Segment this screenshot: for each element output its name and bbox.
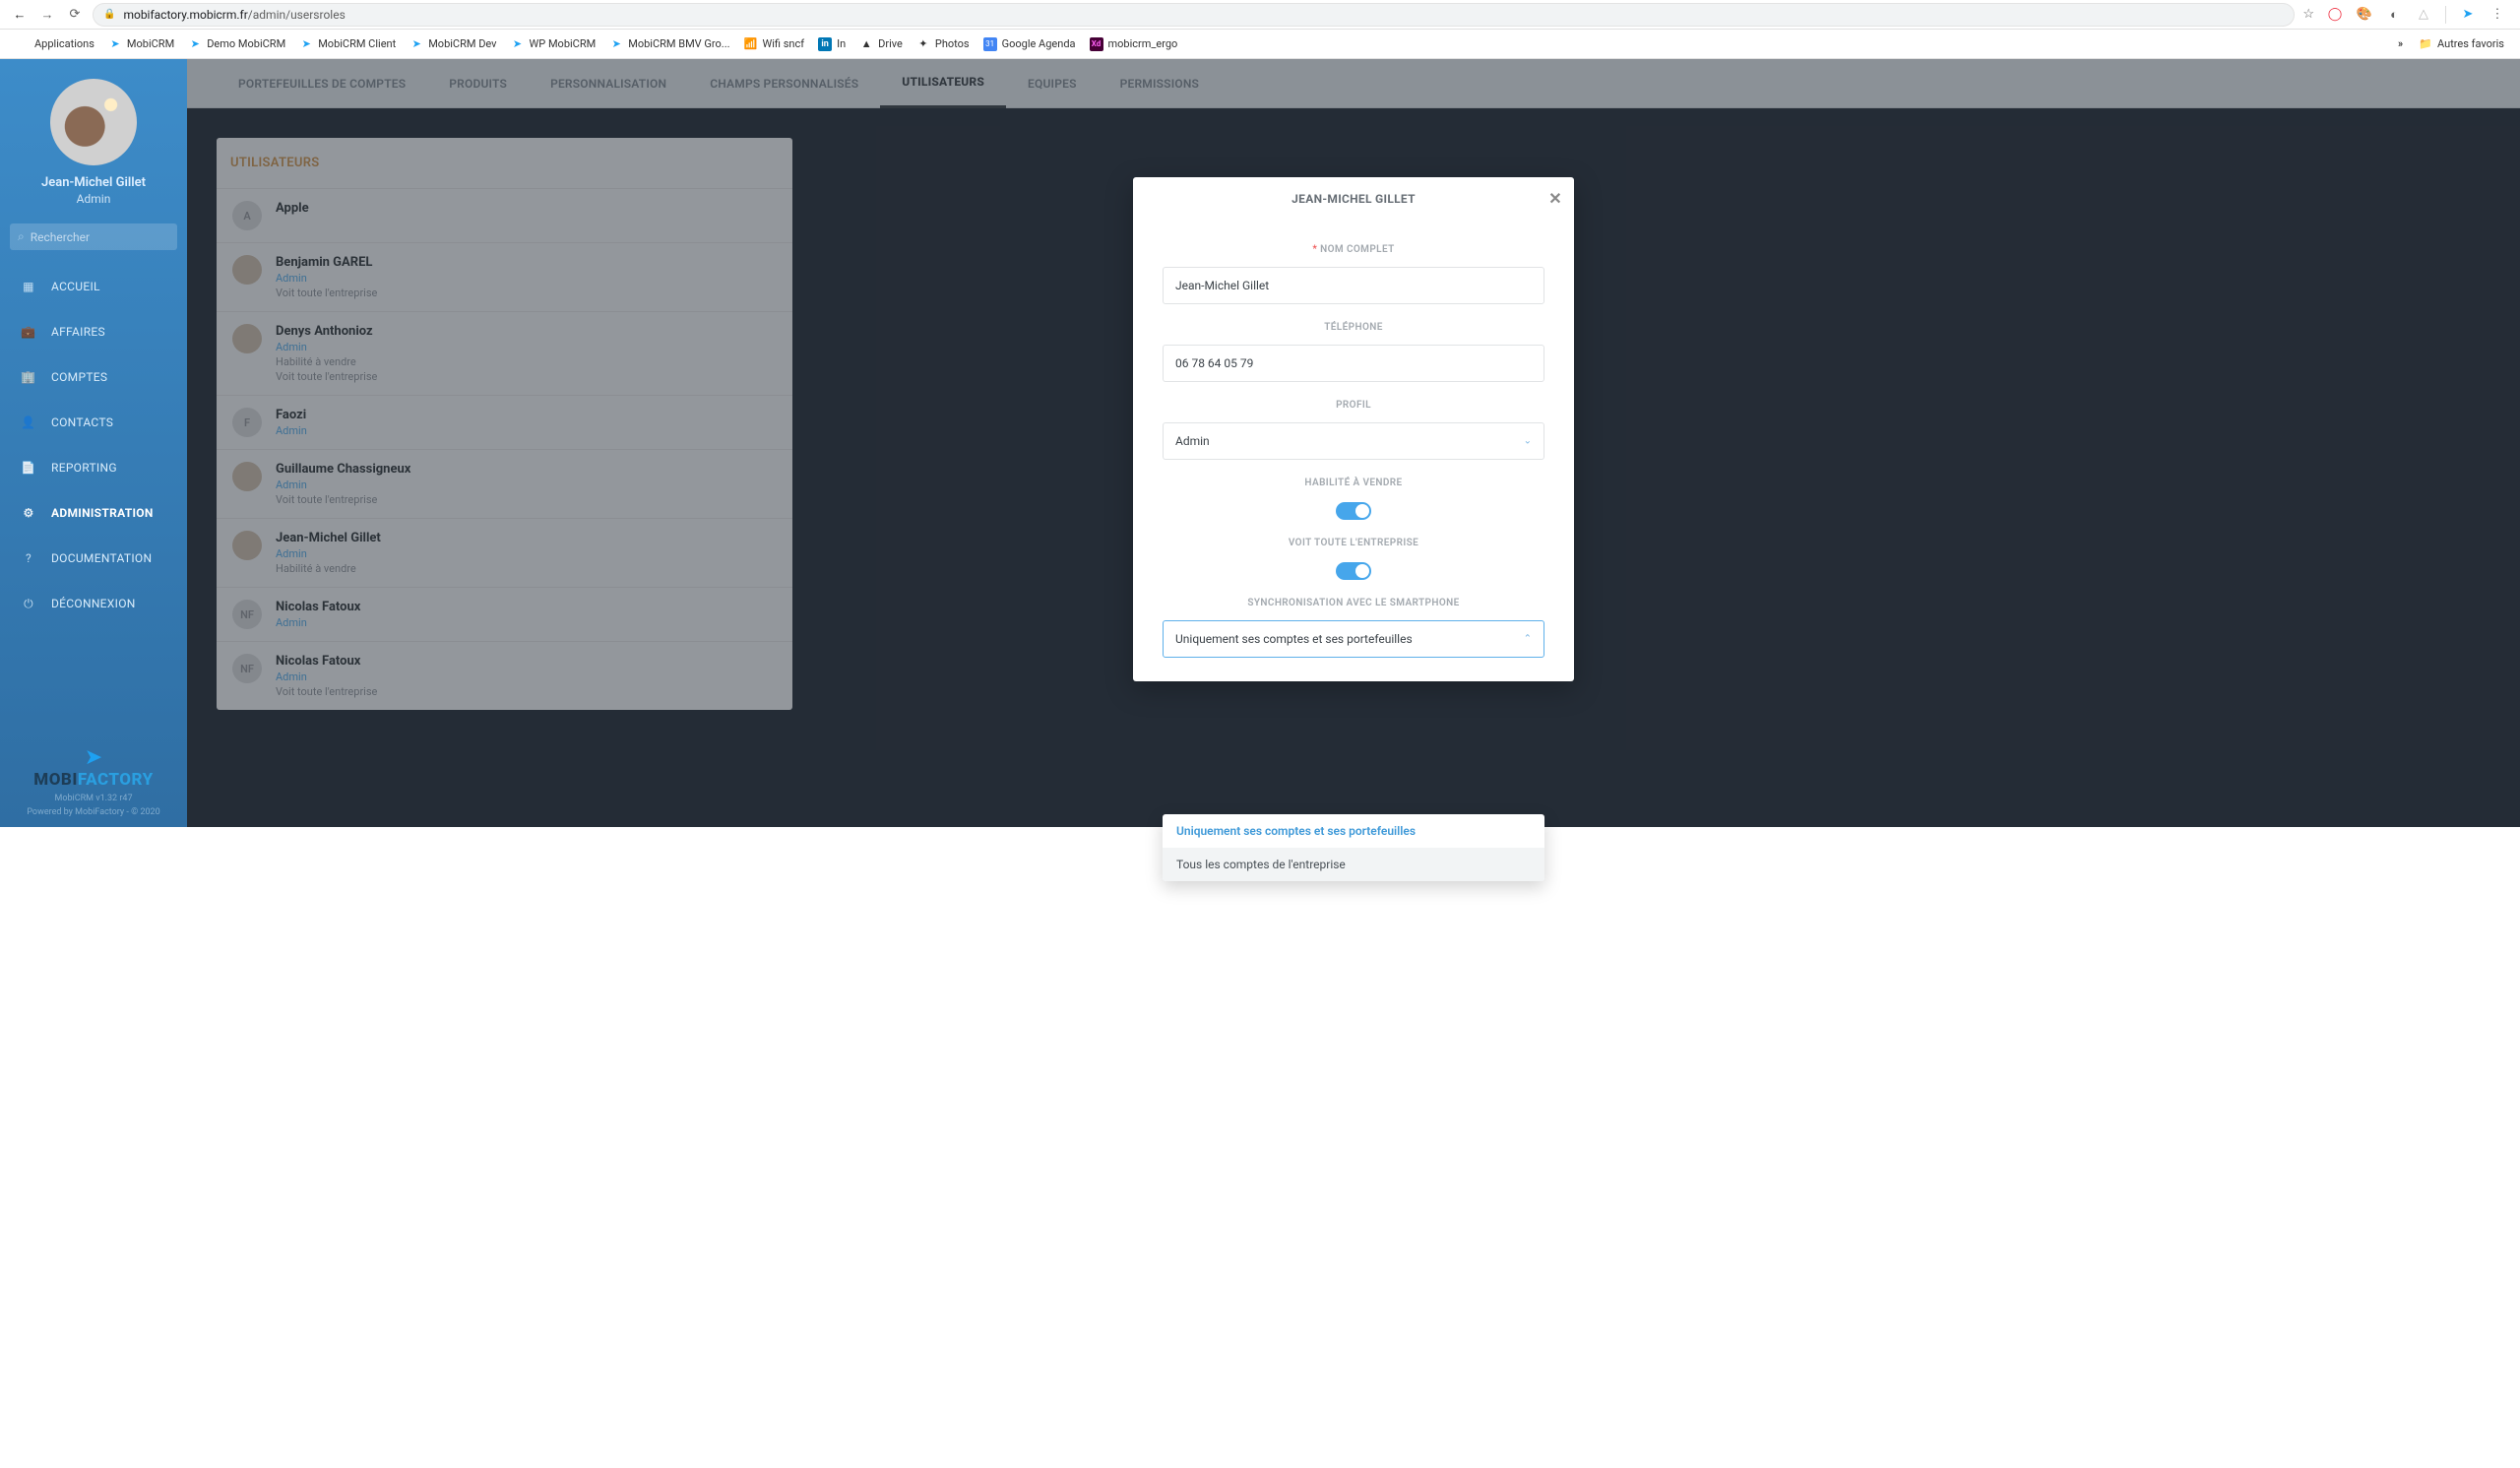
user-icon: 👤 <box>20 414 37 431</box>
bird-icon: ➤ <box>410 37 423 51</box>
nav-accueil[interactable]: ▦ACCUEIL <box>0 264 187 309</box>
nav-contacts[interactable]: 👤CONTACTS <box>0 400 187 445</box>
sidebar: Jean-Michel Gillet Admin ⌕ ▦ACCUEIL 💼AFF… <box>0 59 187 827</box>
toggle-sell[interactable] <box>1336 502 1371 520</box>
bookmark[interactable]: ▲Drive <box>853 33 909 55</box>
apps-icon <box>16 37 30 51</box>
brand-bird-icon: ➤ <box>0 745 187 770</box>
brand-block: ➤ MOBIFACTORY MobiCRM v1.32 r47 Powered … <box>0 732 187 827</box>
ext-icon[interactable]: ◯ <box>2327 7 2343 23</box>
chevron-up-icon: ⌃ <box>1524 634 1532 645</box>
field-label-sell: HABILITÉ À VENDRE <box>1163 478 1544 488</box>
bookmark[interactable]: ➤MobiCRM Dev <box>404 33 502 55</box>
nav-reporting[interactable]: 📄REPORTING <box>0 445 187 490</box>
profile-block: Jean-Michel Gillet Admin <box>0 59 187 220</box>
close-icon[interactable]: ✕ <box>1548 189 1562 208</box>
avatar[interactable] <box>50 79 137 165</box>
name-field[interactable] <box>1163 267 1544 304</box>
home-icon: ▦ <box>20 278 37 295</box>
field-label-profile: PROFIL <box>1163 400 1544 411</box>
nav-list: ▦ACCUEIL 💼AFFAIRES 🏢COMPTES 👤CONTACTS 📄R… <box>0 264 187 626</box>
report-icon: 📄 <box>20 459 37 477</box>
bird-icon: ➤ <box>299 37 313 51</box>
bookmark[interactable]: ➤MobiCRM BMV Gro... <box>603 33 735 55</box>
field-label-phone: TÉLÉPHONE <box>1163 322 1544 333</box>
url-text: mobifactory.mobicrm.fr/admin/usersroles <box>123 8 345 22</box>
lock-icon: 🔒 <box>103 9 115 20</box>
brand-version: MobiCRM v1.32 r47 <box>0 794 187 803</box>
back-button[interactable]: ← <box>10 5 30 25</box>
dropdown-option[interactable]: Tous les comptes de l'entreprise <box>1163 848 1544 881</box>
field-label-sync: SYNCHRONISATION AVEC LE SMARTPHONE <box>1163 598 1544 608</box>
bookmark[interactable]: ➤MobiCRM Client <box>293 33 402 55</box>
bookmark[interactable]: 31Google Agenda <box>977 33 1082 55</box>
profile-select[interactable]: Admin⌄ <box>1163 422 1544 460</box>
power-icon: ⏻ <box>20 595 37 612</box>
ext-icon[interactable]: ➤ <box>2460 7 2476 23</box>
forward-button[interactable]: → <box>37 5 57 25</box>
bird-icon: ➤ <box>609 37 623 51</box>
bookmark[interactable]: 📶Wifi sncf <box>738 33 811 55</box>
bird-icon: ➤ <box>188 37 202 51</box>
field-label-see: VOIT TOUTE L'ENTREPRISE <box>1163 538 1544 548</box>
folder-icon: 📁 <box>2419 37 2432 51</box>
bird-icon: ➤ <box>108 37 122 51</box>
briefcase-icon: 💼 <box>20 323 37 341</box>
profile-role: Admin <box>77 192 111 206</box>
bookmark[interactable]: ➤MobiCRM <box>102 33 180 55</box>
user-modal: JEAN-MICHEL GILLET ✕ * NOM COMPLET TÉLÉP… <box>1133 177 1574 681</box>
field-label-name: * NOM COMPLET <box>1163 244 1544 255</box>
photos-icon: ✦ <box>916 37 930 51</box>
nav-documentation[interactable]: ?DOCUMENTATION <box>0 536 187 581</box>
bookmark[interactable]: inIn <box>812 33 851 55</box>
gear-icon: ⚙ <box>20 504 37 522</box>
kebab-menu-icon[interactable]: ⋮ <box>2489 7 2505 23</box>
search-icon: ⌕ <box>18 229 25 244</box>
ext-icon[interactable]: △ <box>2416 7 2431 23</box>
bookmark-apps[interactable]: Applications <box>10 33 100 55</box>
nav-comptes[interactable]: 🏢COMPTES <box>0 354 187 400</box>
modal-title: JEAN-MICHEL GILLET ✕ <box>1133 177 1574 221</box>
extension-icons: ◯ 🎨 ◐ △ ➤ ⋮ <box>2322 6 2510 24</box>
app-root: Jean-Michel Gillet Admin ⌕ ▦ACCUEIL 💼AFF… <box>0 59 2520 827</box>
url-bar[interactable]: 🔒 mobifactory.mobicrm.fr/admin/usersrole… <box>93 3 2295 27</box>
chevron-down-icon: ⌄ <box>1524 436 1532 447</box>
sync-dropdown-list: Uniquement ses comptes et ses portefeuil… <box>1163 814 1544 881</box>
bookmark[interactable]: ✦Photos <box>911 33 976 55</box>
profile-name: Jean-Michel Gillet <box>41 175 146 190</box>
bookmark[interactable]: ➤WP MobiCRM <box>505 33 602 55</box>
star-icon[interactable]: ☆ <box>2302 7 2314 22</box>
bird-icon: ➤ <box>511 37 525 51</box>
brand-logo: MOBIFACTORY <box>0 770 187 790</box>
bookmarks-bar: Applications ➤MobiCRM ➤Demo MobiCRM ➤Mob… <box>0 30 2520 59</box>
help-icon: ? <box>20 549 37 567</box>
sync-select[interactable]: Uniquement ses comptes et ses portefeuil… <box>1163 620 1544 658</box>
ext-icon[interactable]: ◐ <box>2386 7 2402 23</box>
building-icon: 🏢 <box>20 368 37 386</box>
other-bookmarks[interactable]: 📁Autres favoris <box>2413 33 2510 55</box>
bookmarks-overflow[interactable]: » <box>2398 37 2403 50</box>
phone-field[interactable] <box>1163 345 1544 382</box>
linkedin-icon: in <box>818 37 832 51</box>
browser-nav-bar: ← → ⟳ 🔒 mobifactory.mobicrm.fr/admin/use… <box>0 0 2520 30</box>
nav-administration[interactable]: ⚙ADMINISTRATION <box>0 490 187 536</box>
nav-affaires[interactable]: 💼AFFAIRES <box>0 309 187 354</box>
content-area: PORTEFEUILLES DE COMPTES PRODUITS PERSON… <box>187 59 2520 827</box>
reload-button[interactable]: ⟳ <box>65 5 85 25</box>
nav-logout[interactable]: ⏻DÉCONNEXION <box>0 581 187 626</box>
ext-icon[interactable]: 🎨 <box>2357 7 2372 23</box>
bookmark[interactable]: ➤Demo MobiCRM <box>182 33 291 55</box>
search-box[interactable]: ⌕ <box>10 223 177 250</box>
search-input[interactable] <box>31 230 169 244</box>
bookmark[interactable]: Xdmobicrm_ergo <box>1084 33 1184 55</box>
wifi-icon: 📶 <box>744 37 758 51</box>
xd-icon: Xd <box>1090 37 1103 51</box>
dropdown-option[interactable]: Uniquement ses comptes et ses portefeuil… <box>1163 814 1544 848</box>
calendar-icon: 31 <box>983 37 997 51</box>
ext-icon[interactable] <box>2445 6 2446 24</box>
brand-copyright: Powered by MobiFactory - © 2020 <box>0 807 187 817</box>
drive-icon: ▲ <box>859 37 873 51</box>
toggle-see[interactable] <box>1336 562 1371 580</box>
